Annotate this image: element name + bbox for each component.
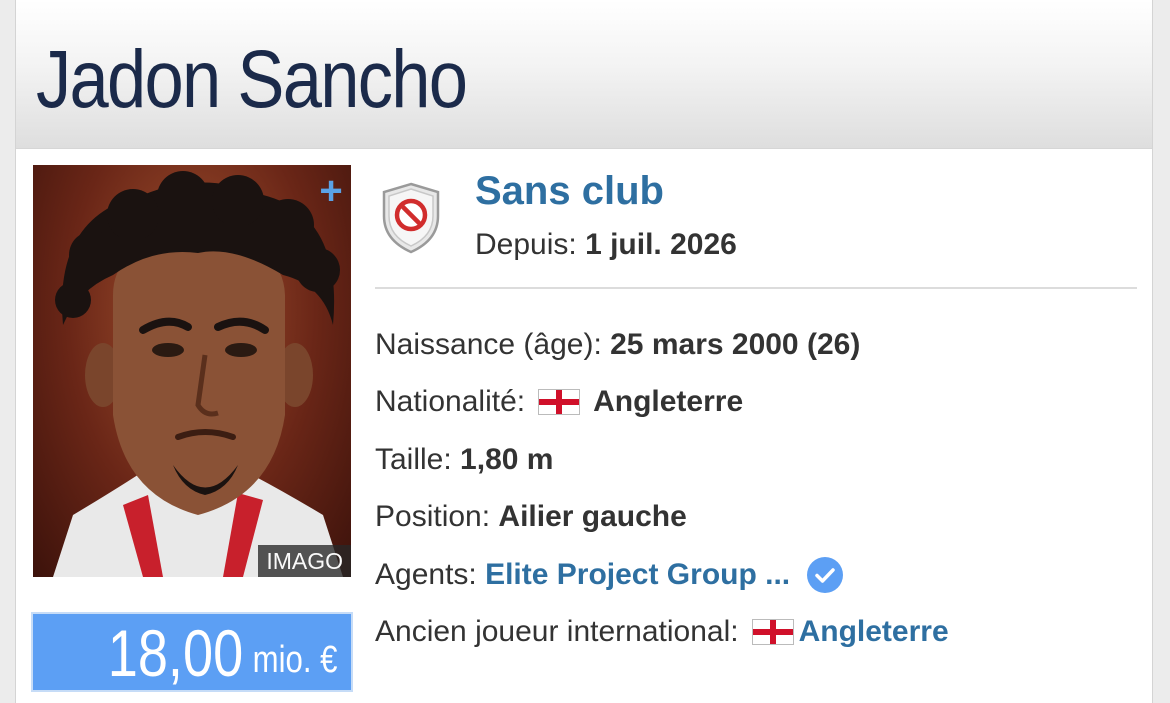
profile-header: Jadon Sancho xyxy=(16,0,1152,149)
england-flag-icon xyxy=(539,390,580,415)
position-label: Position: xyxy=(375,500,491,534)
birth-value: 25 mars 2000 (26) xyxy=(610,327,861,361)
info-row-agents: Agents: Elite Project Group ... xyxy=(375,546,949,604)
nationality-label: Nationalité: xyxy=(375,385,526,419)
player-profile-card: Jadon Sancho + IMAGO 18,00 mio. € Sans c… xyxy=(16,0,1152,703)
height-label: Taille: xyxy=(375,442,452,476)
player-photo[interactable]: + IMAGO xyxy=(33,165,351,577)
market-value-box[interactable]: 18,00 mio. € xyxy=(31,612,353,692)
agent-link[interactable]: Elite Project Group ... xyxy=(485,558,790,592)
divider xyxy=(375,287,1137,289)
player-first-name: Jadon xyxy=(36,34,221,125)
no-club-shield-icon xyxy=(380,182,442,254)
market-value-amount: 18,00 xyxy=(107,616,243,690)
club-name-link[interactable]: Sans club xyxy=(475,168,664,214)
player-portrait-image xyxy=(53,171,343,577)
position-value: Ailier gauche xyxy=(498,500,687,534)
player-last-name: Sancho xyxy=(237,34,468,125)
since-label: Depuis: xyxy=(475,228,577,261)
player-info-list: Naissance (âge): 25 mars 2000 (26) Natio… xyxy=(375,316,949,661)
info-row-birth: Naissance (âge): 25 mars 2000 (26) xyxy=(375,316,949,374)
height-value: 1,80 m xyxy=(460,442,554,476)
club-since: Depuis: 1 juil. 2026 xyxy=(475,226,737,264)
info-row-nationality: Nationalité: Angleterre xyxy=(375,374,949,432)
former-international-link[interactable]: Angleterre xyxy=(799,615,949,649)
agents-label: Agents: xyxy=(375,557,477,591)
player-name: Jadon Sancho xyxy=(36,30,468,130)
info-row-former-international: Ancien joueur international: Angleterre xyxy=(375,604,949,662)
since-value: 1 juil. 2026 xyxy=(585,228,737,261)
market-value-unit: mio. € xyxy=(252,639,337,681)
birth-label: Naissance (âge): xyxy=(375,327,602,361)
plus-icon[interactable]: + xyxy=(315,171,347,211)
photo-credit: IMAGO xyxy=(258,545,351,577)
info-row-height: Taille: 1,80 m xyxy=(375,431,949,489)
nationality-value: Angleterre xyxy=(593,385,744,419)
verified-icon xyxy=(806,556,844,594)
info-row-position: Position: Ailier gauche xyxy=(375,489,949,547)
england-flag-icon xyxy=(752,620,793,645)
former-international-label: Ancien joueur international: xyxy=(375,615,739,649)
